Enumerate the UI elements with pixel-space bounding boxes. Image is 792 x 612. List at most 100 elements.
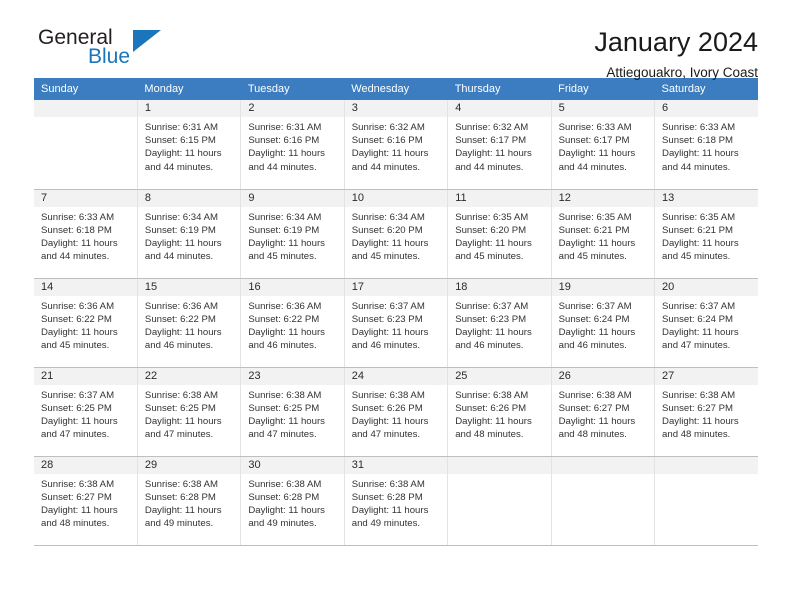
calendar-cell[interactable]: 2 Sunrise: 6:31 AM Sunset: 6:16 PM Daylight… [240,100,345,190]
day-cell [34,100,137,189]
day-cell: 14 Sunrise: 6:36 AM Sunset: 6:22 PM Dayligh… [34,278,137,367]
day-details: Sunrise: 6:33 AM Sunset: 6:18 PM Daylight:… [655,117,758,174]
sunrise-text: Sunrise: 6:34 AM [248,211,322,223]
weekday-header-wednesday: Wednesday [344,78,448,100]
day-cell: 9 Sunrise: 6:34 AM Sunset: 6:19 PM Daylight… [241,189,344,278]
daylight-text-line2: and 46 minutes. [558,340,627,352]
calendar-cell[interactable]: 14 Sunrise: 6:36 AM Sunset: 6:22 PM Dayligh… [34,278,138,368]
calendar-cell[interactable]: 5 Sunrise: 6:33 AM Sunset: 6:17 PM Daylight… [551,100,656,190]
daylight-text-line1: Daylight: 11 hours [455,415,532,427]
day-number: 30 [241,456,344,474]
calendar-cell[interactable]: 24 Sunrise: 6:38 AM Sunset: 6:26 PM Dayligh… [344,367,449,457]
daylight-text-line1: Daylight: 11 hours [41,415,118,427]
sunset-text: Sunset: 6:18 PM [662,135,733,147]
daylight-text-line1: Daylight: 11 hours [248,148,325,160]
calendar-week-row: 21 Sunrise: 6:37 AM Sunset: 6:25 PM Dayligh… [34,367,758,457]
sunrise-text: Sunrise: 6:37 AM [455,300,529,312]
calendar-cell[interactable]: 21 Sunrise: 6:37 AM Sunset: 6:25 PM Dayligh… [34,367,138,457]
day-cell: 11 Sunrise: 6:35 AM Sunset: 6:20 PM Dayligh… [448,189,551,278]
calendar-cell[interactable]: 3 Sunrise: 6:32 AM Sunset: 6:16 PM Daylight… [344,100,449,190]
sunrise-text: Sunrise: 6:37 AM [662,300,736,312]
calendar-cell[interactable]: 7 Sunrise: 6:33 AM Sunset: 6:18 PM Daylight… [34,189,138,279]
day-details: Sunrise: 6:33 AM Sunset: 6:17 PM Daylight:… [552,117,654,174]
weekday-header-friday: Friday [551,78,655,100]
sunrise-text: Sunrise: 6:35 AM [662,211,736,223]
calendar-cell[interactable]: 25 Sunrise: 6:38 AM Sunset: 6:26 PM Dayligh… [447,367,552,457]
calendar-cell[interactable]: 17 Sunrise: 6:37 AM Sunset: 6:23 PM Dayligh… [344,278,449,368]
sunrise-text: Sunrise: 6:31 AM [248,122,322,133]
calendar-cell[interactable]: 1 Sunrise: 6:31 AM Sunset: 6:15 PM Daylight… [137,100,242,190]
calendar-cell[interactable]: 31 Sunrise: 6:38 AM Sunset: 6:28 PM Dayligh… [344,456,449,546]
day-details: Sunrise: 6:32 AM Sunset: 6:17 PM Daylight:… [448,117,550,174]
calendar-cell[interactable]: 12 Sunrise: 6:35 AM Sunset: 6:21 PM Dayligh… [551,189,656,279]
day-cell: 17 Sunrise: 6:37 AM Sunset: 6:23 PM Dayligh… [344,278,448,367]
calendar-cell[interactable]: 6 Sunrise: 6:33 AM Sunset: 6:18 PM Daylight… [654,100,758,190]
sunrise-text: Sunrise: 6:35 AM [558,211,632,223]
calendar-cell[interactable]: 26 Sunrise: 6:38 AM Sunset: 6:27 PM Dayligh… [551,367,656,457]
day-details: Sunrise: 6:35 AM Sunset: 6:21 PM Daylight:… [655,207,758,264]
daylight-text-line2: and 48 minutes. [558,429,627,441]
sunrise-text: Sunrise: 6:38 AM [455,389,529,401]
calendar-cell[interactable]: 15 Sunrise: 6:36 AM Sunset: 6:22 PM Dayligh… [137,278,242,368]
calendar-cell[interactable]: 19 Sunrise: 6:37 AM Sunset: 6:24 PM Dayligh… [551,278,656,368]
page-subtitle: Attiegouakro, Ivory Coast [606,65,758,81]
sunset-text: Sunset: 6:22 PM [144,313,216,325]
daylight-text-line1: Daylight: 11 hours [351,504,429,516]
daylight-text-line1: Daylight: 11 hours [41,237,118,249]
brand-logo[interactable]: General Blue [34,26,184,74]
calendar-cell[interactable]: 29 Sunrise: 6:38 AM Sunset: 6:28 PM Dayligh… [137,456,242,546]
sunrise-text: Sunrise: 6:36 AM [144,300,218,312]
daylight-text-line1: Daylight: 11 hours [351,326,429,338]
calendar-cell[interactable]: 10 Sunrise: 6:34 AM Sunset: 6:20 PM Dayligh… [344,189,449,279]
calendar-cell[interactable]: 28 Sunrise: 6:38 AM Sunset: 6:27 PM Dayligh… [34,456,138,546]
sunrise-text: Sunrise: 6:32 AM [455,122,529,133]
day-cell: 25 Sunrise: 6:38 AM Sunset: 6:26 PM Dayligh… [448,367,551,456]
sunset-text: Sunset: 6:16 PM [248,135,320,147]
calendar-cell[interactable]: 13 Sunrise: 6:35 AM Sunset: 6:21 PM Dayligh… [654,189,758,279]
calendar-cell[interactable]: 23 Sunrise: 6:38 AM Sunset: 6:25 PM Dayligh… [240,367,345,457]
calendar-cell[interactable]: 8 Sunrise: 6:34 AM Sunset: 6:19 PM Daylight… [137,189,242,279]
weekday-header-saturday: Saturday [654,78,758,100]
day-number: 2 [241,100,344,117]
daylight-text-line2: and 44 minutes. [662,161,731,173]
daylight-text-line1: Daylight: 11 hours [248,504,325,516]
daylight-text-line2: and 47 minutes. [144,429,214,441]
calendar-cell[interactable]: 22 Sunrise: 6:38 AM Sunset: 6:25 PM Dayligh… [137,367,242,457]
day-number: 7 [34,189,137,207]
calendar-cell[interactable]: 16 Sunrise: 6:36 AM Sunset: 6:22 PM Dayligh… [240,278,345,368]
sunset-text: Sunset: 6:27 PM [558,402,630,414]
calendar-cell[interactable]: 30 Sunrise: 6:38 AM Sunset: 6:28 PM Dayligh… [240,456,345,546]
calendar-page: General Blue January 2024 Attiegouakro, … [0,0,792,612]
day-details: Sunrise: 6:35 AM Sunset: 6:20 PM Daylight:… [448,207,550,264]
day-cell: 30 Sunrise: 6:38 AM Sunset: 6:28 PM Dayligh… [241,456,344,545]
sunset-text: Sunset: 6:19 PM [144,224,216,236]
day-details: Sunrise: 6:31 AM Sunset: 6:16 PM Daylight:… [241,117,343,174]
daylight-text-line2: and 44 minutes. [144,161,214,173]
sunset-text: Sunset: 6:28 PM [144,491,216,503]
day-number: 25 [448,367,551,385]
day-details: Sunrise: 6:36 AM Sunset: 6:22 PM Daylight:… [34,296,137,353]
daylight-text-line1: Daylight: 11 hours [558,148,636,160]
calendar-cell[interactable]: 20 Sunrise: 6:37 AM Sunset: 6:24 PM Dayligh… [654,278,758,368]
daylight-text-line1: Daylight: 11 hours [41,326,118,338]
daylight-text-line1: Daylight: 11 hours [351,415,429,427]
sunrise-text: Sunrise: 6:36 AM [248,300,322,312]
day-number: 31 [344,456,448,474]
calendar-week-row: 28 Sunrise: 6:38 AM Sunset: 6:27 PM Dayligh… [34,456,758,546]
day-number [551,456,655,474]
daylight-text-line2: and 45 minutes. [41,340,110,352]
day-details: Sunrise: 6:37 AM Sunset: 6:23 PM Daylight:… [345,296,447,353]
sunset-text: Sunset: 6:17 PM [455,135,527,147]
calendar-cell[interactable]: 11 Sunrise: 6:35 AM Sunset: 6:20 PM Dayligh… [447,189,552,279]
calendar-cell[interactable]: 9 Sunrise: 6:34 AM Sunset: 6:19 PM Daylight… [240,189,345,279]
day-number [448,456,551,474]
calendar-cell[interactable]: 27 Sunrise: 6:38 AM Sunset: 6:27 PM Dayligh… [654,367,758,457]
day-cell: 10 Sunrise: 6:34 AM Sunset: 6:20 PM Dayligh… [344,189,448,278]
daylight-text-line1: Daylight: 11 hours [248,415,325,427]
day-details: Sunrise: 6:38 AM Sunset: 6:28 PM Daylight:… [345,474,447,531]
daylight-text-line1: Daylight: 11 hours [662,415,739,427]
day-details: Sunrise: 6:38 AM Sunset: 6:25 PM Daylight:… [138,385,240,442]
calendar-cell[interactable]: 18 Sunrise: 6:37 AM Sunset: 6:23 PM Dayligh… [447,278,552,368]
calendar-cell[interactable]: 4 Sunrise: 6:32 AM Sunset: 6:17 PM Daylight… [447,100,552,190]
daylight-text-line2: and 44 minutes. [455,161,524,173]
